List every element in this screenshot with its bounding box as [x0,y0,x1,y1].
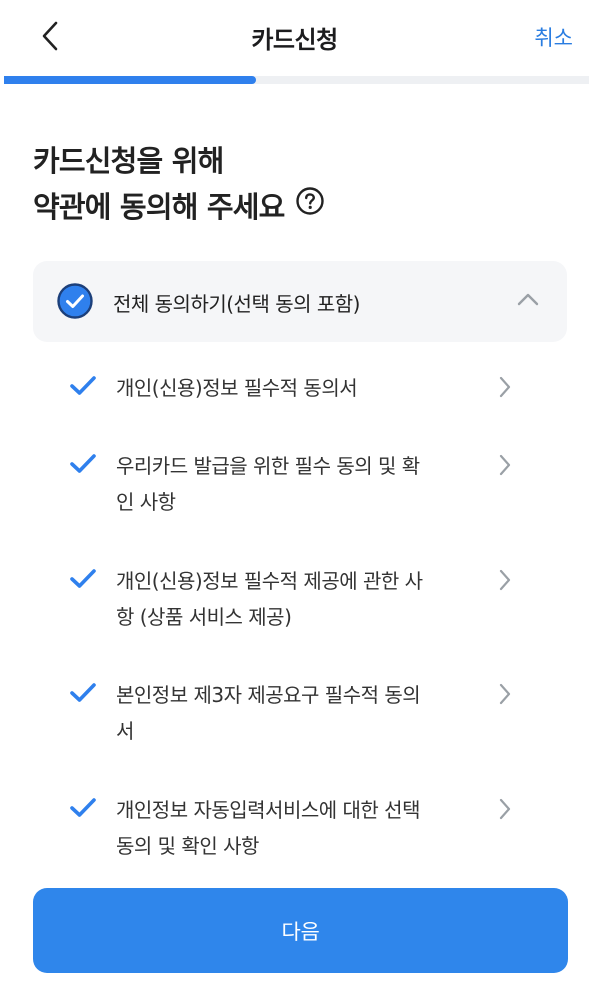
check-circle-icon[interactable] [57,283,93,323]
heading-line-1: 카드신청을 위해 [33,144,224,178]
checkmark-icon[interactable] [69,681,97,709]
next-button[interactable]: 다음 [33,888,568,973]
terms-item-label: 본인정보 제3자 제공요구 필수적 동의 서 [116,677,481,749]
page-heading: 카드신청을 위해 약관에 동의해 주세요 [33,138,325,230]
chevron-up-icon[interactable] [517,291,539,310]
terms-item-label: 개인정보 자동입력서비스에 대한 선택 동의 및 확인 사항 [116,792,481,857]
chevron-right-icon[interactable] [498,454,512,480]
app-header: 카드신청 취소 [0,0,589,76]
progress-bar [4,76,589,84]
checkmark-icon[interactable] [69,374,97,402]
checkmark-icon[interactable] [69,452,97,480]
chevron-right-icon[interactable] [498,798,512,824]
terms-item-label: 개인(신용)정보 필수적 동의서 [116,376,358,400]
terms-item-line-2: 동의 및 확인 사항 [116,834,259,857]
terms-item-line-1: 본인정보 제3자 제공요구 필수적 동의 [116,683,421,707]
heading-line-2: 약관에 동의해 주세요 [33,184,325,230]
progress-bar-fill [4,76,256,84]
heading-line-2-text: 약관에 동의해 주세요 [33,190,285,224]
cancel-button[interactable]: 취소 [534,22,573,52]
agree-all-label: 전체 동의하기(선택 동의 포함) [113,292,360,316]
help-icon[interactable] [295,183,325,229]
checkmark-icon[interactable] [69,567,97,595]
chevron-right-icon[interactable] [498,376,512,402]
terms-item-line-1: 개인(신용)정보 필수적 제공에 관한 사 [116,569,423,593]
chevron-right-icon[interactable] [498,683,512,709]
checkmark-icon[interactable] [69,796,97,824]
terms-item-line-2: 항 (상품 서비스 제공) [116,605,292,629]
chevron-right-icon[interactable] [498,569,512,595]
terms-item-line-2: 서 [116,719,134,743]
agree-all-row[interactable]: 전체 동의하기(선택 동의 포함) [33,261,567,342]
terms-list: 개인(신용)정보 필수적 동의서 우리카드 발급을 위한 필수 동의 및 확 인… [0,342,589,857]
page-title: 카드신청 [251,26,338,54]
terms-item-label: 개인(신용)정보 필수적 제공에 관한 사 항 (상품 서비스 제공) [116,563,481,635]
terms-item-line-2: 인 사항 [116,490,176,514]
terms-item-label: 우리카드 발급을 위한 필수 동의 및 확 인 사항 [116,448,481,520]
terms-item-line-1: 개인정보 자동입력서비스에 대한 선택 [116,798,420,822]
terms-item-line-1: 우리카드 발급을 위한 필수 동의 및 확 [116,454,420,478]
